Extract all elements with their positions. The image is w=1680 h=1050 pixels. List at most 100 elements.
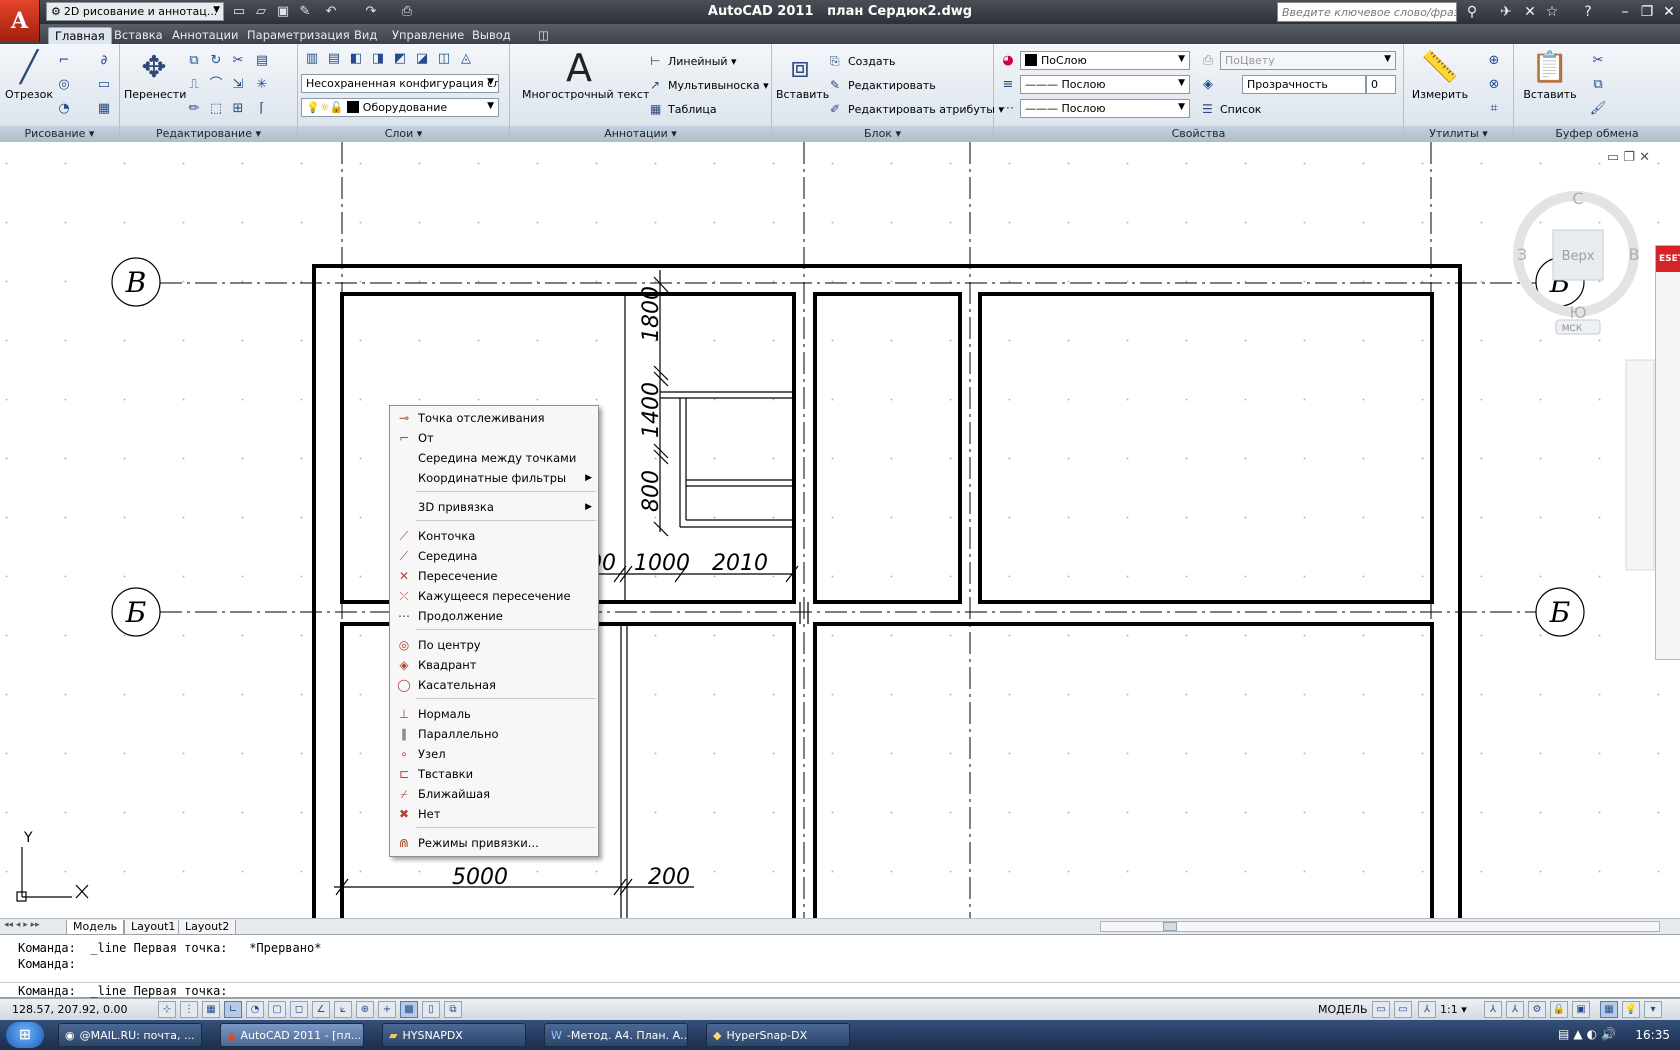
workspace-dropdown[interactable]: ⚙ 2D рисование и аннотац... ▼ xyxy=(46,2,224,21)
transparency-toggle-icon[interactable]: ▩ xyxy=(400,1001,418,1018)
panel-annotation-title[interactable]: Аннотации ▾ xyxy=(510,126,771,142)
search-input[interactable]: Введите ключевое слово/фразу xyxy=(1277,2,1457,22)
menu-item-from[interactable]: ⌐ От xyxy=(390,428,598,448)
task-word[interactable]: W -Метод. А4. План. А... xyxy=(544,1023,688,1047)
rotate-icon[interactable]: ↻ xyxy=(206,50,226,70)
menu-item-none[interactable]: ✖ Нет xyxy=(390,804,598,824)
snap-mode-icon[interactable]: ⋮ xyxy=(180,1001,198,1018)
task-autocad[interactable]: ▲ AutoCAD 2011 - [пл... xyxy=(220,1023,364,1047)
menu-item-osnap-settings[interactable]: ⋒ Режимы привязки... xyxy=(390,833,598,853)
open-file-icon[interactable]: ▱ xyxy=(252,3,270,20)
tab-output[interactable]: Вывод xyxy=(466,27,517,44)
panel-properties-title[interactable]: Свойства xyxy=(994,126,1403,142)
clock[interactable]: 16:35 xyxy=(1635,1028,1670,1042)
drawing-svg[interactable]: В В Б Б 1800 1400 800 00 1000 2010 5000 … xyxy=(0,142,1680,918)
menu-item-center[interactable]: ◎ По центру xyxy=(390,635,598,655)
tab-manage[interactable]: Управление xyxy=(386,27,470,44)
panel-utilities-title[interactable]: Утилиты ▾ xyxy=(1404,126,1513,142)
current-layer-dropdown[interactable]: 💡☼🔓 Оборудование ▼ xyxy=(301,98,499,117)
tab-parametric[interactable]: Параметризация xyxy=(241,27,356,44)
scale-icon[interactable]: ⬚ xyxy=(206,98,226,118)
coordinate-readout[interactable]: 128.57, 207.92, 0.00 xyxy=(12,1003,127,1016)
infer-constraints-icon[interactable]: ⊹ xyxy=(158,1001,176,1018)
arc-icon[interactable]: ◔ xyxy=(54,98,74,118)
lineweight-icon[interactable]: ≡ xyxy=(998,74,1018,94)
selection-cycling-icon[interactable]: ⧉ xyxy=(444,1001,462,1018)
3d-osnap-icon[interactable]: ◻ xyxy=(290,1001,308,1018)
tab-model[interactable]: Модель xyxy=(66,920,125,935)
menu-item-node[interactable]: ∘ Узел xyxy=(390,744,598,764)
panel-modify-title[interactable]: Редактирование ▾ xyxy=(120,126,297,142)
array-icon[interactable]: ▤ xyxy=(252,50,272,70)
layer-properties-icon[interactable]: ▥ xyxy=(302,48,322,68)
help-icon[interactable]: ? xyxy=(1578,3,1598,21)
panel-draw-title[interactable]: Рисование ▾ xyxy=(0,126,119,142)
tab-view[interactable]: Вид xyxy=(348,27,383,44)
dynamic-input-icon[interactable]: ⊕ xyxy=(356,1001,374,1018)
lightbulb-status-icon[interactable]: 💡 xyxy=(1622,1001,1640,1018)
color-dropdown[interactable]: ПоСлою ▼ xyxy=(1020,51,1190,70)
select-all-icon[interactable]: ⊗ xyxy=(1484,74,1504,94)
menu-item-nearest[interactable]: ⌿ Ближайшая xyxy=(390,784,598,804)
menu-item-tangent[interactable]: ◯ Касательная xyxy=(390,675,598,695)
create-block-button[interactable]: ⎘ Создать xyxy=(830,54,896,69)
navigation-bar[interactable] xyxy=(1625,359,1655,571)
menu-item-quadrant[interactable]: ◈ Квадрант xyxy=(390,655,598,675)
grid-display-icon[interactable]: ▦ xyxy=(202,1001,220,1018)
task-hysnapdx-folder[interactable]: ▰ HYSNAPDX xyxy=(382,1023,526,1047)
ortho-mode-icon[interactable]: ∟ xyxy=(224,1001,242,1018)
offset-icon[interactable]: ⊞ xyxy=(228,98,248,118)
redo-icon[interactable]: ↷ xyxy=(362,3,380,20)
panel-block-title[interactable]: Блок ▾ xyxy=(772,126,993,142)
binoculars-icon[interactable]: ⚲ xyxy=(1462,3,1482,21)
save-as-icon[interactable]: ✎ xyxy=(296,3,314,20)
hardware-accel-icon[interactable]: ▣ xyxy=(1572,1001,1590,1018)
ducs-icon[interactable]: ⟀ xyxy=(334,1001,352,1018)
minimize-icon[interactable]: – xyxy=(1614,2,1636,22)
linear-dim-button[interactable]: ⊢ Линейный ▾ xyxy=(650,54,737,68)
quick-view-layouts-icon[interactable]: ▭ xyxy=(1372,1001,1390,1018)
hatch-icon[interactable]: ▦ xyxy=(94,98,114,118)
panel-toggle-icon[interactable]: ◫ xyxy=(532,27,555,44)
tab-layout2[interactable]: Layout2 xyxy=(178,920,237,935)
layer-prev-icon[interactable]: ◩ xyxy=(390,48,410,68)
transparency-field[interactable]: Прозрачность xyxy=(1242,75,1366,94)
tools-icon[interactable]: ✈ xyxy=(1496,3,1516,21)
tab-home[interactable]: Главная xyxy=(48,27,112,44)
exchange-icon[interactable]: ✕ xyxy=(1520,3,1540,21)
tab-layout1[interactable]: Layout1 xyxy=(124,920,183,935)
mleader-button[interactable]: ↗ Мультивыноска ▾ xyxy=(650,78,769,92)
menu-item-intersection[interactable]: ✕ Пересечение xyxy=(390,566,598,586)
table-button[interactable]: ▦ Таблица xyxy=(650,102,717,116)
trim-icon[interactable]: ✂ xyxy=(228,50,248,70)
quick-properties-icon[interactable]: ▯ xyxy=(422,1001,440,1018)
edit-attributes-button[interactable]: ✐ Редактировать атрибуты ▾ xyxy=(830,102,1004,116)
tab-annotate[interactable]: Аннотации xyxy=(166,27,244,44)
polyline-icon[interactable]: ⌐ xyxy=(54,50,74,70)
restore-icon[interactable]: ❐ xyxy=(1636,2,1658,22)
layer-state-icon[interactable]: ▤ xyxy=(324,48,344,68)
object-snap-icon[interactable]: ▢ xyxy=(268,1001,286,1018)
annotation-scale-dropdown[interactable]: 1:1 ▾ xyxy=(1440,1003,1467,1016)
menu-item-extension[interactable]: ⋯ Продолжение xyxy=(390,606,598,626)
fillet-icon[interactable]: ⌒ xyxy=(206,74,226,94)
scroll-thumb[interactable] xyxy=(1163,922,1177,931)
match-prop-icon[interactable]: 🖌 xyxy=(1588,98,1608,118)
measure-button[interactable]: 📏 Измерить xyxy=(1410,48,1470,101)
transparency-value[interactable]: 0 xyxy=(1366,75,1396,94)
save-icon[interactable]: ▣ xyxy=(274,3,292,20)
otrack-icon[interactable]: ∠ xyxy=(312,1001,330,1018)
menu-item-mid-between[interactable]: Середина между точками xyxy=(390,448,598,468)
menu-item-insert[interactable]: ⊏ Твставки xyxy=(390,764,598,784)
lock-ui-icon[interactable]: 🔒 xyxy=(1550,1001,1568,1018)
menu-item-3d-osnap[interactable]: 3D привязка ▶ xyxy=(390,497,598,517)
menu-item-midpoint[interactable]: ⟋ Середина xyxy=(390,546,598,566)
transparency-icon[interactable]: ◈ xyxy=(1198,74,1218,94)
command-input[interactable]: Команда: _line Первая точка: xyxy=(0,982,1680,999)
workspace-switching-icon[interactable]: ⚙ xyxy=(1528,1001,1546,1018)
copy-clip-icon[interactable]: ⧉ xyxy=(1588,74,1608,94)
calculator-icon[interactable]: ⌗ xyxy=(1484,98,1504,118)
circle-icon[interactable]: ◎ xyxy=(54,74,74,94)
close-icon[interactable]: ✕ xyxy=(1658,2,1680,22)
task-hypersnap[interactable]: ◆ HyperSnap-DX xyxy=(706,1023,850,1047)
